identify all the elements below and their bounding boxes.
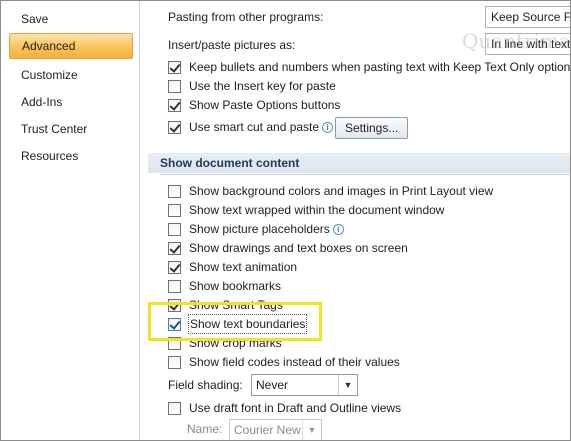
option-label: Use draft font in Draft and Outline view… xyxy=(189,401,402,415)
option-use-insert-key[interactable]: Use the Insert key for paste xyxy=(168,77,336,95)
watermark-logo: Quantrimang xyxy=(462,29,571,53)
pasting-from-other-programs-dropdown[interactable]: Keep Source Fo xyxy=(485,6,570,28)
option-label: Use smart cut and paste xyxy=(189,120,320,134)
option-label: Show bookmarks xyxy=(189,279,282,293)
show-bookmarks-checkbox[interactable] xyxy=(168,279,181,293)
keep-bullets-checkbox[interactable] xyxy=(168,60,181,74)
option-show-paste-options[interactable]: Show Paste Options buttons xyxy=(168,96,340,114)
sidebar-item-advanced[interactable]: Advanced xyxy=(9,33,133,59)
sidebar-item-label: Save xyxy=(21,12,49,26)
option-label: Show text animation xyxy=(189,260,298,274)
sidebar-item-save[interactable]: Save xyxy=(9,7,131,31)
chevron-down-icon: ▼ xyxy=(338,375,357,395)
option-show-text-animation[interactable]: Show text animation xyxy=(168,258,297,276)
show-field-codes-checkbox[interactable] xyxy=(168,355,181,369)
field-shading-select[interactable]: Never ▼ xyxy=(251,374,358,396)
smart-cut-paste-checkbox[interactable] xyxy=(168,120,181,134)
option-show-background-colors[interactable]: Show background colors and images in Pri… xyxy=(168,182,493,200)
pasting-from-other-programs-label: Pasting from other programs: xyxy=(168,10,324,24)
advanced-options-panel: Pasting from other programs: Keep Source… xyxy=(140,1,571,440)
show-text-wrapped-checkbox[interactable] xyxy=(168,203,181,217)
option-show-drawings[interactable]: Show drawings and text boxes on screen xyxy=(168,239,408,257)
option-keep-bullets[interactable]: Keep bullets and numbers when pasting te… xyxy=(168,58,570,76)
show-background-colors-checkbox[interactable] xyxy=(168,184,181,198)
sidebar-item-trust-center[interactable]: Trust Center xyxy=(9,117,131,141)
word-options-dialog: Save Advanced Customize Add-Ins Trust Ce… xyxy=(0,0,571,441)
sidebar-item-label: Advanced xyxy=(22,39,76,53)
insert-paste-pictures-label: Insert/paste pictures as: xyxy=(168,38,296,52)
option-label: Keep bullets and numbers when pasting te… xyxy=(189,60,571,74)
sidebar-item-label: Resources xyxy=(21,149,79,163)
show-drawings-checkbox[interactable] xyxy=(168,241,181,255)
show-text-animation-checkbox[interactable] xyxy=(168,260,181,274)
option-smart-cut-paste[interactable]: Use smart cut and paste i xyxy=(168,118,334,136)
chevron-down-icon: ▼ xyxy=(302,420,321,440)
draft-font-checkbox[interactable] xyxy=(168,401,181,415)
sidebar-item-customize[interactable]: Customize xyxy=(9,63,131,87)
font-name-label: Name: xyxy=(187,422,223,436)
option-label: Show drawings and text boxes on screen xyxy=(189,241,408,255)
option-show-text-wrapped[interactable]: Show text wrapped within the document wi… xyxy=(168,201,444,219)
option-label: Show Paste Options buttons xyxy=(189,98,341,112)
sidebar-item-label: Customize xyxy=(21,68,78,82)
sidebar-item-resources[interactable]: Resources xyxy=(9,144,131,168)
use-insert-key-checkbox[interactable] xyxy=(168,79,181,93)
option-label: Show picture placeholders xyxy=(189,222,330,236)
sidebar-item-add-ins[interactable]: Add-Ins xyxy=(9,90,131,114)
option-draft-font[interactable]: Use draft font in Draft and Outline view… xyxy=(168,399,401,417)
option-show-picture-placeholders[interactable]: Show picture placeholders i xyxy=(168,220,344,238)
show-picture-placeholders-checkbox[interactable] xyxy=(168,222,181,236)
font-name-value: Courier New xyxy=(234,423,301,437)
sidebar-item-label: Trust Center xyxy=(21,122,88,136)
settings-button[interactable]: Settings... xyxy=(335,117,409,139)
highlight-box xyxy=(148,302,322,341)
info-icon: i xyxy=(322,121,334,133)
option-show-field-codes[interactable]: Show field codes instead of their values xyxy=(168,353,400,371)
show-paste-options-checkbox[interactable] xyxy=(168,98,181,112)
option-label: Show text wrapped within the document wi… xyxy=(189,203,445,217)
options-sidebar: Save Advanced Customize Add-Ins Trust Ce… xyxy=(1,1,140,440)
field-shading-label: Field shading: xyxy=(168,378,243,392)
field-shading-value: Never xyxy=(256,378,289,392)
font-name-select[interactable]: Courier New ▼ xyxy=(229,419,322,440)
info-icon: i xyxy=(332,223,344,235)
option-show-bookmarks[interactable]: Show bookmarks xyxy=(168,277,281,295)
option-label: Show field codes instead of their values xyxy=(189,355,400,369)
sidebar-item-label: Add-Ins xyxy=(21,95,63,109)
option-label: Show background colors and images in Pri… xyxy=(189,184,494,198)
section-header-show-document-content: Show document content xyxy=(148,153,570,175)
option-label: Use the Insert key for paste xyxy=(189,79,336,93)
